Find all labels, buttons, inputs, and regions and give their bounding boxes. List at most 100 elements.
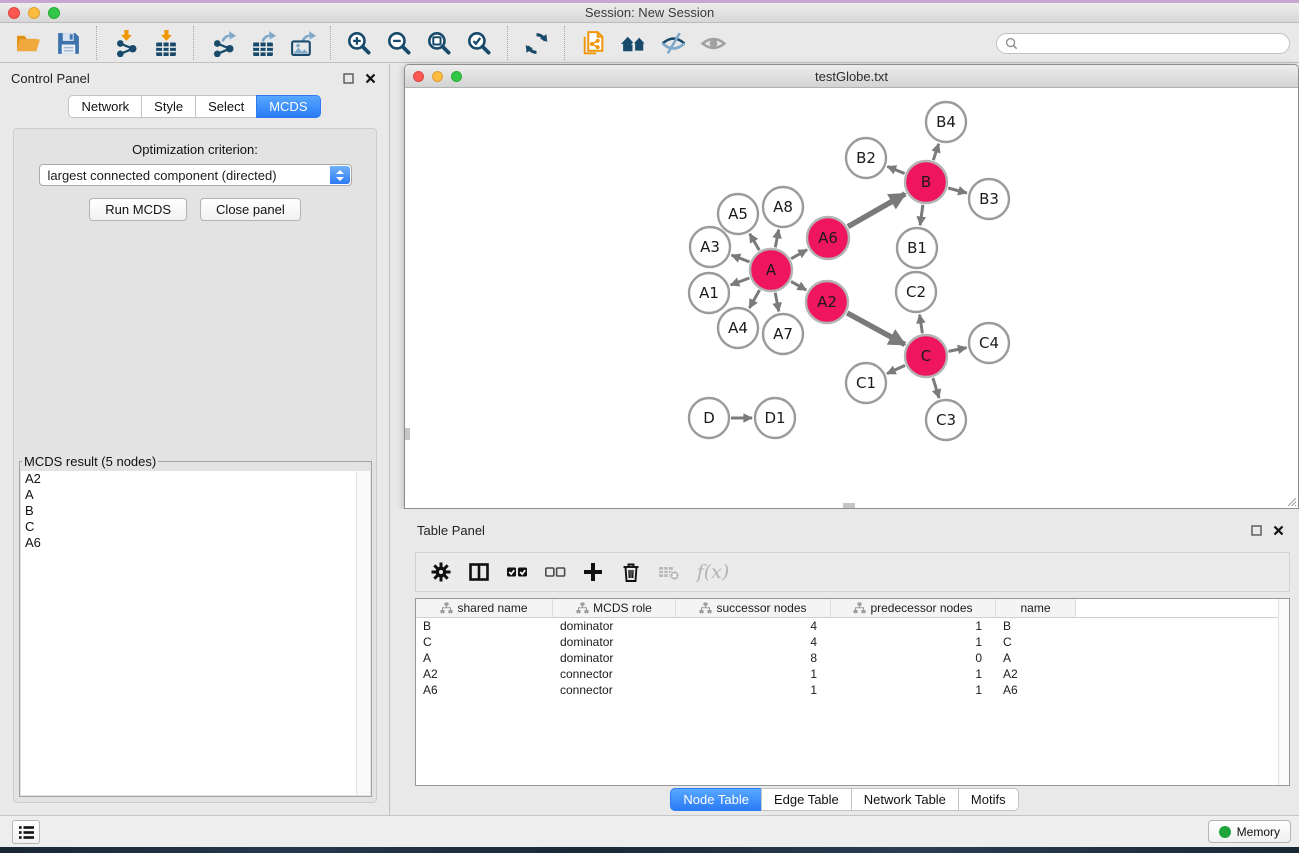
resize-grip-icon[interactable]: [1285, 495, 1297, 507]
node-A7[interactable]: A7: [763, 314, 803, 354]
column-header-predecessor-nodes[interactable]: predecessor nodes: [831, 599, 996, 617]
node-A3[interactable]: A3: [690, 227, 730, 267]
table-float-panel-button[interactable]: [1248, 522, 1264, 538]
cell-successor-nodes[interactable]: 4: [676, 634, 831, 650]
node-A2[interactable]: A2: [806, 281, 848, 323]
cell-shared-name[interactable]: A: [416, 650, 553, 666]
node-A8[interactable]: A8: [763, 187, 803, 227]
network-canvas[interactable]: B4 B2 B B3 A5 A8 A6 A3 B1 A A1 C2 A2: [405, 89, 1298, 508]
node-C3[interactable]: C3: [926, 400, 966, 440]
mcds-list-scrollbar[interactable]: [356, 471, 370, 795]
edge-A6-B[interactable]: [848, 194, 905, 227]
mcds-result-item[interactable]: A6: [21, 535, 370, 551]
cell-shared-name[interactable]: C: [416, 634, 553, 650]
tab-motifs[interactable]: Motifs: [958, 788, 1019, 811]
edge-A-A7[interactable]: [775, 293, 779, 312]
node-A4[interactable]: A4: [718, 308, 758, 348]
cell-MCDS-role[interactable]: dominator: [553, 634, 676, 650]
cell-MCDS-role[interactable]: dominator: [553, 650, 676, 666]
column-header-MCDS-role[interactable]: MCDS role: [553, 599, 676, 617]
cell-MCDS-role[interactable]: connector: [553, 682, 676, 698]
cell-MCDS-role[interactable]: dominator: [553, 618, 676, 634]
first-neighbors-button[interactable]: [616, 28, 650, 58]
export-image-button[interactable]: [285, 28, 319, 58]
table-row[interactable]: A6connector11A6: [416, 682, 1289, 698]
select-all-button[interactable]: [501, 556, 532, 588]
tab-edge-table[interactable]: Edge Table: [761, 788, 852, 811]
memory-button[interactable]: Memory: [1208, 820, 1291, 843]
split-panel-button[interactable]: [463, 556, 494, 588]
edge-A-A6[interactable]: [791, 250, 807, 259]
deselect-all-button[interactable]: [539, 556, 570, 588]
node-C[interactable]: C: [905, 335, 947, 377]
criterion-select[interactable]: largest connected component (directed): [39, 164, 352, 186]
import-table-button[interactable]: [148, 28, 182, 58]
cell-name[interactable]: A6: [996, 682, 1076, 698]
edge-C-C1[interactable]: [887, 365, 905, 373]
cell-name[interactable]: C: [996, 634, 1076, 650]
settings-gear-button[interactable]: [425, 556, 456, 588]
mcds-result-item[interactable]: B: [21, 503, 370, 519]
network-hscroll-thumb[interactable]: [843, 503, 855, 508]
tab-mcds[interactable]: MCDS: [256, 95, 320, 118]
node-A6[interactable]: A6: [807, 217, 849, 259]
cell-successor-nodes[interactable]: 4: [676, 618, 831, 634]
network-window-titlebar[interactable]: testGlobe.txt: [405, 65, 1298, 88]
tab-node-table[interactable]: Node Table: [670, 788, 762, 811]
close-panel-button[interactable]: [362, 70, 378, 86]
node-B[interactable]: B: [905, 161, 947, 203]
node-A1[interactable]: A1: [689, 273, 729, 313]
edge-C-C4[interactable]: [949, 348, 967, 352]
cell-name[interactable]: B: [996, 618, 1076, 634]
column-header-shared-name[interactable]: shared name: [416, 599, 553, 617]
node-D1[interactable]: D1: [755, 398, 795, 438]
cell-predecessor-nodes[interactable]: 0: [831, 650, 996, 666]
open-file-button[interactable]: [11, 28, 45, 58]
task-history-button[interactable]: [12, 820, 40, 844]
edge-A-A4[interactable]: [749, 290, 759, 308]
edge-A-A2[interactable]: [791, 281, 806, 290]
mcds-result-item[interactable]: C: [21, 519, 370, 535]
edge-A2-C[interactable]: [847, 313, 905, 345]
table-row[interactable]: Bdominator41B: [416, 618, 1289, 634]
search-input[interactable]: [1023, 37, 1281, 51]
cell-name[interactable]: A: [996, 650, 1076, 666]
node-C4[interactable]: C4: [969, 323, 1009, 363]
tab-style[interactable]: Style: [141, 95, 196, 118]
network-graph[interactable]: B4 B2 B B3 A5 A8 A6 A3 B1 A A1 C2 A2: [405, 89, 1298, 508]
node-B2[interactable]: B2: [846, 138, 886, 178]
tab-network-table[interactable]: Network Table: [851, 788, 959, 811]
edge-A-A5[interactable]: [750, 234, 760, 250]
table-row[interactable]: A2connector11A2: [416, 666, 1289, 682]
node-A[interactable]: A: [750, 249, 792, 291]
search-field[interactable]: [996, 33, 1290, 54]
close-panel-action-button[interactable]: Close panel: [200, 198, 301, 221]
column-header-name[interactable]: name: [996, 599, 1076, 617]
cell-predecessor-nodes[interactable]: 1: [831, 618, 996, 634]
cell-predecessor-nodes[interactable]: 1: [831, 634, 996, 650]
zoom-out-button[interactable]: [382, 28, 416, 58]
edge-B-B1[interactable]: [920, 205, 923, 225]
show-all-button[interactable]: [696, 28, 730, 58]
mcds-result-item[interactable]: A: [21, 487, 370, 503]
edge-A-A8[interactable]: [775, 230, 778, 248]
node-C1[interactable]: C1: [846, 363, 886, 403]
edge-B-B2[interactable]: [887, 167, 904, 174]
export-table-button[interactable]: [245, 28, 279, 58]
cell-successor-nodes[interactable]: 1: [676, 666, 831, 682]
edge-C-C3[interactable]: [933, 378, 939, 398]
table-close-panel-button[interactable]: [1270, 522, 1286, 538]
cell-name[interactable]: A2: [996, 666, 1076, 682]
node-B4[interactable]: B4: [926, 102, 966, 142]
edge-A-A1[interactable]: [731, 278, 750, 285]
edge-A-A3[interactable]: [732, 255, 750, 262]
clone-network-button[interactable]: [576, 28, 610, 58]
import-network-button[interactable]: [108, 28, 142, 58]
table-scrollbar[interactable]: [1278, 599, 1289, 785]
tab-network[interactable]: Network: [68, 95, 142, 118]
node-D[interactable]: D: [689, 398, 729, 438]
edge-B-B4[interactable]: [933, 144, 938, 160]
zoom-fit-button[interactable]: [422, 28, 456, 58]
table-row[interactable]: Cdominator41C: [416, 634, 1289, 650]
cell-MCDS-role[interactable]: connector: [553, 666, 676, 682]
